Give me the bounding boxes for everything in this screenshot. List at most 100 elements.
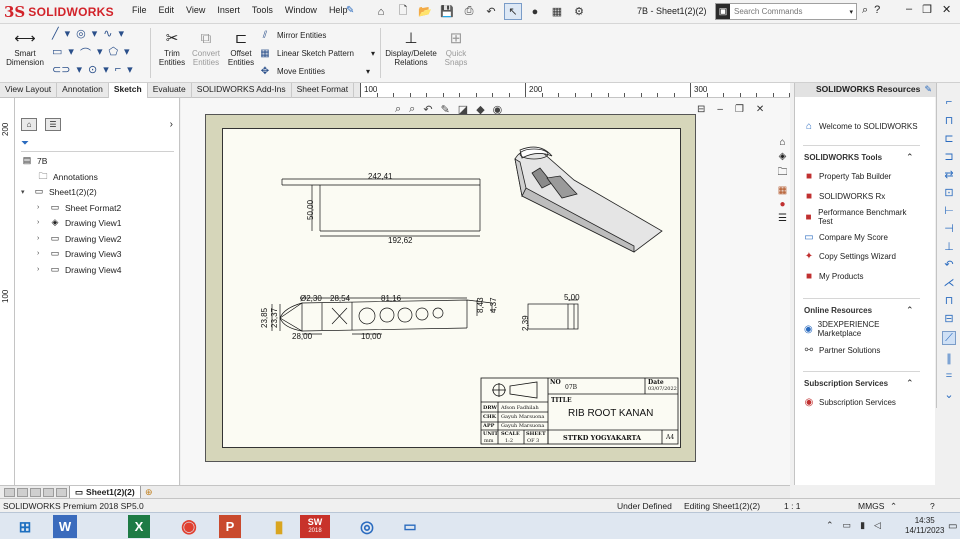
rectangle-dropdown-icon[interactable]: ▾ <box>68 45 74 61</box>
word-icon[interactable]: W <box>53 515 77 538</box>
sketch-tool-icon[interactable]: = <box>942 369 956 383</box>
menu-insert[interactable]: Insert <box>211 5 246 15</box>
collapse-tools-icon[interactable]: ⌃ <box>906 152 914 163</box>
menu-view[interactable]: View <box>180 5 211 15</box>
dim-section-h1[interactable]: 23,85 <box>260 308 269 328</box>
display-delete-relations-button[interactable]: ⊥ Display/Delete Relations <box>383 26 439 68</box>
print-icon[interactable]: ⎙ <box>460 3 478 20</box>
pattern-dropdown-icon[interactable]: ▾ <box>371 49 375 58</box>
photos-icon[interactable]: ▭ <box>393 515 427 538</box>
sketch-tool-icon[interactable]: ⊟ <box>942 311 956 325</box>
sheet-scroll-icon[interactable] <box>56 488 67 497</box>
dim-section-2[interactable]: 81,16 <box>381 294 401 303</box>
new-document-icon[interactable]: 🗋 <box>394 3 412 20</box>
sketch-tool-icon[interactable]: ⋌ <box>942 275 956 289</box>
clock[interactable]: 14:35 14/11/2023 <box>905 516 944 536</box>
previous-sheet-icon[interactable] <box>17 488 28 497</box>
help-status-icon[interactable]: ? <box>930 501 935 511</box>
line-dropdown-icon[interactable]: ▾ <box>65 27 71 40</box>
folder-icon[interactable]: 🗀 <box>775 165 790 182</box>
dim-side-h[interactable]: 2,39 <box>521 315 530 331</box>
spline-icon[interactable]: ∿ <box>103 27 112 40</box>
restore-icon[interactable]: ❐ <box>922 3 932 16</box>
move-entities-button[interactable]: ✥ Move Entities ▾ <box>258 66 370 77</box>
search-commands[interactable]: ▣ Search Commands ▾ <box>715 3 857 20</box>
expand-icon[interactable]: › <box>37 266 45 273</box>
slot-dropdown-icon[interactable]: ▾ <box>76 63 82 76</box>
sketch-tool-icon[interactable]: ⊏ <box>942 131 956 145</box>
slot-icon[interactable]: ⊂⊃ <box>52 63 70 76</box>
menu-edit[interactable]: Edit <box>153 5 181 15</box>
copy-settings-link[interactable]: ✦ Copy Settings Wizard <box>803 250 896 262</box>
viewport-minimize-icon[interactable]: – <box>717 104 723 115</box>
marketplace-link[interactable]: ◉ 3DEXPERIENCE Marketplace <box>803 320 913 338</box>
unit-system[interactable]: MMGS <box>858 501 884 511</box>
offset-entities-button[interactable]: ⊏ Offset Entities <box>224 26 258 68</box>
powerpoint-icon[interactable]: P <box>219 515 241 538</box>
tab-view-layout[interactable]: View Layout <box>0 83 58 98</box>
dim-section-h2[interactable]: 23,37 <box>270 308 279 328</box>
tree-annotations[interactable]: 🗀 Annotations <box>37 171 97 182</box>
split-view-icon[interactable]: ⊟ <box>697 104 705 115</box>
compare-score-link[interactable]: ▭ Compare My Score <box>803 231 888 243</box>
sketch-tool-icon[interactable]: ⊓ <box>942 113 956 127</box>
3d-view-icon[interactable]: ◈ <box>775 151 790 162</box>
next-sheet-icon[interactable] <box>30 488 41 497</box>
trim-entities-button[interactable]: ✂ Trim Entities <box>154 26 190 68</box>
tree-sheet-format[interactable]: › ▭ Sheet Format2 <box>37 202 121 213</box>
property-tab-builder-link[interactable]: ■ Property Tab Builder <box>803 170 891 182</box>
last-sheet-icon[interactable] <box>43 488 54 497</box>
menu-tools[interactable]: Tools <box>246 5 279 15</box>
sketch-tool-icon[interactable]: ⊡ <box>942 185 956 199</box>
select-pointer-icon[interactable]: ↖ <box>504 3 522 20</box>
help-icon[interactable]: ? <box>874 4 880 17</box>
viewport-restore-icon[interactable]: ❐ <box>735 104 744 115</box>
dim-hole[interactable]: Ø2,30 <box>300 294 322 303</box>
dim-section-b1[interactable]: 28,00 <box>292 332 312 341</box>
undo-icon[interactable]: ↶ <box>482 3 500 20</box>
dim-section-1[interactable]: 28,54 <box>330 294 350 303</box>
close-icon[interactable]: ✕ <box>942 3 951 16</box>
tree-sheet[interactable]: ▾ ▭ Sheet1(2)(2) <box>21 186 97 197</box>
spline-dropdown-icon[interactable]: ▾ <box>119 27 125 40</box>
sketch-tool-icon[interactable]: ⇄ <box>942 167 956 181</box>
minimize-icon[interactable]: – <box>906 3 912 16</box>
dim-section-h3[interactable]: 8,43 <box>476 297 485 313</box>
file-explorer-icon[interactable]: ▮ <box>262 515 296 538</box>
viewport-close-icon[interactable]: ✕ <box>756 104 764 115</box>
sketch-tool-active-icon[interactable]: ⟋ <box>942 331 956 345</box>
partner-solutions-link[interactable]: ⚯ Partner Solutions <box>803 344 881 356</box>
tab-sketch[interactable]: Sketch <box>108 83 148 98</box>
tab-solidworks-add-ins[interactable]: SOLIDWORKS Add-Ins <box>192 83 292 98</box>
tab-evaluate[interactable]: Evaluate <box>148 83 192 98</box>
options-gear-icon[interactable]: ⚙ <box>570 3 588 20</box>
traffic-light-icon[interactable]: ● <box>526 3 544 20</box>
appearances-icon[interactable]: ● <box>775 199 790 210</box>
my-products-link[interactable]: ■ My Products <box>803 270 864 282</box>
home-icon[interactable]: ⌂ <box>372 3 390 20</box>
tree-root[interactable]: ▤ 7B <box>21 155 48 166</box>
tree-drawing-view-1[interactable]: › ◈ Drawing View1 <box>37 217 122 228</box>
filter-icon[interactable]: ⏷ <box>21 138 29 149</box>
sheet-scale[interactable]: 1 : 1 <box>784 501 801 511</box>
collapse-subscription-icon[interactable]: ⌃ <box>906 378 914 389</box>
expand-icon[interactable]: › <box>37 219 45 226</box>
expand-icon[interactable]: › <box>37 235 45 242</box>
move-dropdown-icon[interactable]: ▾ <box>366 67 370 76</box>
sketch-tool-icon[interactable]: ⌄ <box>942 387 956 401</box>
smart-dimension-button[interactable]: ⟷ Smart Dimension <box>4 26 46 68</box>
collapse-icon[interactable]: ▾ <box>21 188 29 196</box>
welcome-link[interactable]: ⌂ Welcome to SOLIDWORKS <box>803 120 918 132</box>
pin-icon[interactable]: ✎ <box>924 84 932 95</box>
chevron-right-icon[interactable]: › <box>170 119 173 130</box>
tray-expand-icon[interactable]: ⌃ <box>826 520 834 531</box>
dim-section-h4[interactable]: 4,37 <box>489 297 498 313</box>
expand-icon[interactable]: › <box>37 204 45 211</box>
polygon-icon[interactable]: ⬠ <box>108 45 118 61</box>
solidworks-taskbar-icon[interactable]: SW 2018 <box>300 515 330 538</box>
open-folder-icon[interactable]: 📂 <box>416 3 434 20</box>
dim-height[interactable]: 50,00 <box>306 200 315 220</box>
collapse-online-icon[interactable]: ⌃ <box>906 305 914 316</box>
volume-icon[interactable]: ◁ <box>874 520 881 531</box>
chrome-icon[interactable]: ◉ <box>172 515 206 538</box>
